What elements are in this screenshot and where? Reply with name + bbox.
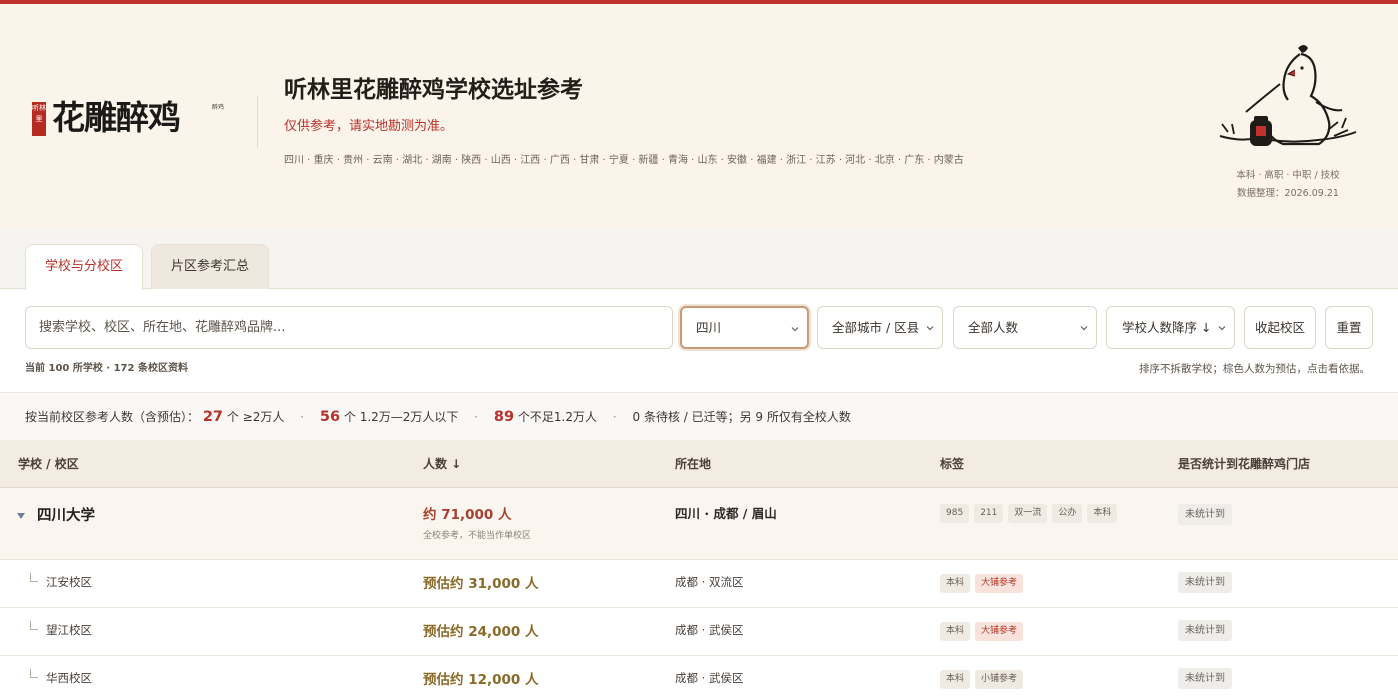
- column-location[interactable]: 所在地: [675, 440, 711, 488]
- page-subtitle: 仅供参考，请实地勘测为准。: [284, 119, 454, 134]
- filter-bar: 搜索学校、校区、所在地、花雕醉鸡品牌... 四川 全部城市 / 区县 全部人数 …: [0, 290, 1398, 392]
- school-levels: 本科 · 高职 · 中职 / 技校: [1236, 170, 1340, 181]
- chevron-down-icon: [1218, 326, 1226, 331]
- reset-button[interactable]: 重置: [1325, 306, 1373, 349]
- campus-row[interactable]: 华西校区 预估约 12,000 人 成都 · 武侯区 本科 小铺参考 未统计到: [0, 656, 1398, 700]
- campus-name: 江安校区: [46, 575, 92, 589]
- summary-separator: ·: [612, 410, 617, 424]
- campus-tags: 本科 小铺参考: [940, 670, 1028, 690]
- column-school[interactable]: 学校 / 校区: [18, 440, 79, 488]
- brand-wordmark: 花雕醉鸡: [52, 98, 181, 137]
- summary-pending: 0 条待核 / 已迁等；另 9 所仅有全校人数: [632, 410, 851, 424]
- university-count-note: 全校参考，不能当作单校区: [423, 531, 532, 541]
- counted-status-badge: 未统计到: [1178, 668, 1232, 689]
- hero-divider: [257, 96, 258, 148]
- campus-count[interactable]: 预估约 31,000 人: [423, 574, 539, 594]
- summary-medium-count: 56: [319, 409, 341, 425]
- data-updated: 数据整理：2026.09.21: [1198, 186, 1378, 202]
- tab-area-summary[interactable]: 片区参考汇总: [151, 244, 269, 289]
- counted-status-badge: 未统计到: [1178, 572, 1232, 593]
- updated-date: 2026.09.21: [1284, 188, 1339, 199]
- headcount-summary: 按当前校区参考人数（含预估）： 27 个 ≥2万人 · 56 个 1.2万—2万…: [0, 392, 1398, 440]
- shop-size-tag: 小铺参考: [975, 670, 1024, 689]
- column-counted[interactable]: 是否统计到花雕醉鸡门店: [1178, 440, 1310, 488]
- table-header: 学校 / 校区 人数 ↓ 所在地 标签 是否统计到花雕醉鸡门店: [0, 440, 1398, 488]
- campus-count[interactable]: 预估约 12,000 人: [423, 670, 539, 690]
- campus-tags: 本科 大铺参考: [940, 574, 1028, 594]
- brand-side-mark: 醉鸡: [212, 104, 225, 111]
- tag: 公办: [1052, 504, 1083, 523]
- counted-status-badge: 未统计到: [1178, 620, 1232, 641]
- university-location: 四川 · 成都 / 眉山: [675, 506, 777, 521]
- brand-logo[interactable]: 听林里 花雕醉鸡 醉鸡: [32, 98, 224, 142]
- chevron-down-icon: [926, 326, 934, 331]
- campus-location: 成都 · 武侯区: [675, 623, 744, 637]
- column-tags[interactable]: 标签: [940, 440, 964, 488]
- sort-hint: 排序不拆散学校；棕色人数为预估，点击看依据。: [1139, 363, 1370, 375]
- tree-branch-icon: [30, 669, 38, 678]
- campus-row[interactable]: 望江校区 预估约 24,000 人 成都 · 武侯区 本科 大铺参考 未统计到: [0, 608, 1398, 656]
- sort-select-value: 学校人数降序 ↓: [1122, 320, 1212, 335]
- province-select[interactable]: 四川: [680, 306, 809, 349]
- hero-banner: 听林里 花雕醉鸡 醉鸡 听林里花雕醉鸡学校选址参考 仅供参考，请实地勘测为准。 …: [0, 4, 1398, 230]
- summary-small-label: 个不足1.2万人: [517, 410, 598, 424]
- summary-separator: ·: [474, 410, 479, 424]
- tag: 本科: [940, 670, 971, 689]
- campus-row[interactable]: 江安校区 预估约 31,000 人 成都 · 双流区 本科 大铺参考 未统计到: [0, 560, 1398, 608]
- summary-small-count: 89: [493, 409, 515, 425]
- tag: 本科: [1087, 504, 1118, 523]
- province-select-value: 四川: [696, 320, 722, 335]
- tab-bar: 学校与分校区 片区参考汇总: [0, 230, 1398, 290]
- campus-name: 望江校区: [46, 623, 92, 637]
- tree-branch-icon: [30, 573, 38, 582]
- campus-name: 华西校区: [46, 671, 92, 685]
- tag: 本科: [940, 622, 971, 641]
- shop-size-tag: 大铺参考: [975, 622, 1024, 641]
- collapse-campuses-button[interactable]: 收起校区: [1244, 306, 1316, 349]
- summary-separator: ·: [300, 410, 305, 424]
- university-count[interactable]: 约 71,000 人: [423, 505, 512, 525]
- campus-location: 成都 · 武侯区: [675, 671, 744, 685]
- page-title: 听林里花雕醉鸡学校选址参考: [284, 77, 583, 103]
- university-name[interactable]: 四川大学: [37, 505, 95, 527]
- campus-count[interactable]: 预估约 24,000 人: [423, 622, 539, 642]
- drunken-chicken-illustration-icon: [1219, 45, 1357, 146]
- result-count: 当前 100 所学校 · 172 条校区资料: [25, 363, 188, 374]
- sort-select[interactable]: 学校人数降序 ↓: [1106, 306, 1235, 349]
- tag: 985: [940, 504, 970, 523]
- city-select[interactable]: 全部城市 / 区县: [817, 306, 943, 349]
- tag: 本科: [940, 574, 971, 593]
- campus-tags: 本科 大铺参考: [940, 622, 1028, 642]
- headcount-select[interactable]: 全部人数: [953, 306, 1097, 349]
- summary-medium-label: 个 1.2万—2万人以下: [343, 410, 459, 424]
- tree-branch-icon: [30, 621, 38, 630]
- headcount-select-value: 全部人数: [968, 320, 1019, 335]
- tag: 双一流: [1008, 504, 1048, 523]
- tab-schools-and-campuses[interactable]: 学校与分校区: [25, 244, 143, 290]
- column-count[interactable]: 人数 ↓: [423, 440, 461, 488]
- university-tags: 985 211 双一流 公办 本科: [940, 504, 1122, 524]
- province-list: 四川 · 重庆 · 贵州 · 云南 · 湖北 · 湖南 · 陕西 · 山西 · …: [284, 155, 964, 166]
- summary-large-count: 27: [202, 409, 224, 425]
- counted-status-badge: 未统计到: [1178, 504, 1232, 525]
- summary-prefix: 按当前校区参考人数（含预估）：: [25, 410, 200, 424]
- search-input[interactable]: 搜索学校、校区、所在地、花雕醉鸡品牌...: [25, 306, 673, 349]
- chevron-down-icon: [791, 327, 799, 332]
- city-select-value: 全部城市 / 区县: [832, 320, 920, 335]
- updated-label: 数据整理：: [1237, 188, 1285, 199]
- chevron-down-icon: [1080, 326, 1088, 331]
- summary-large-label: 个 ≥2万人: [226, 410, 285, 424]
- university-row[interactable]: 四川大学 约 71,000 人 全校参考，不能当作单校区 四川 · 成都 / 眉…: [0, 488, 1398, 560]
- campus-location: 成都 · 双流区: [675, 575, 744, 589]
- shop-size-tag: 大铺参考: [975, 574, 1024, 593]
- collapse-triangle-icon[interactable]: [17, 512, 25, 520]
- brand-seal: 听林里: [32, 102, 46, 136]
- tag: 211: [974, 504, 1004, 523]
